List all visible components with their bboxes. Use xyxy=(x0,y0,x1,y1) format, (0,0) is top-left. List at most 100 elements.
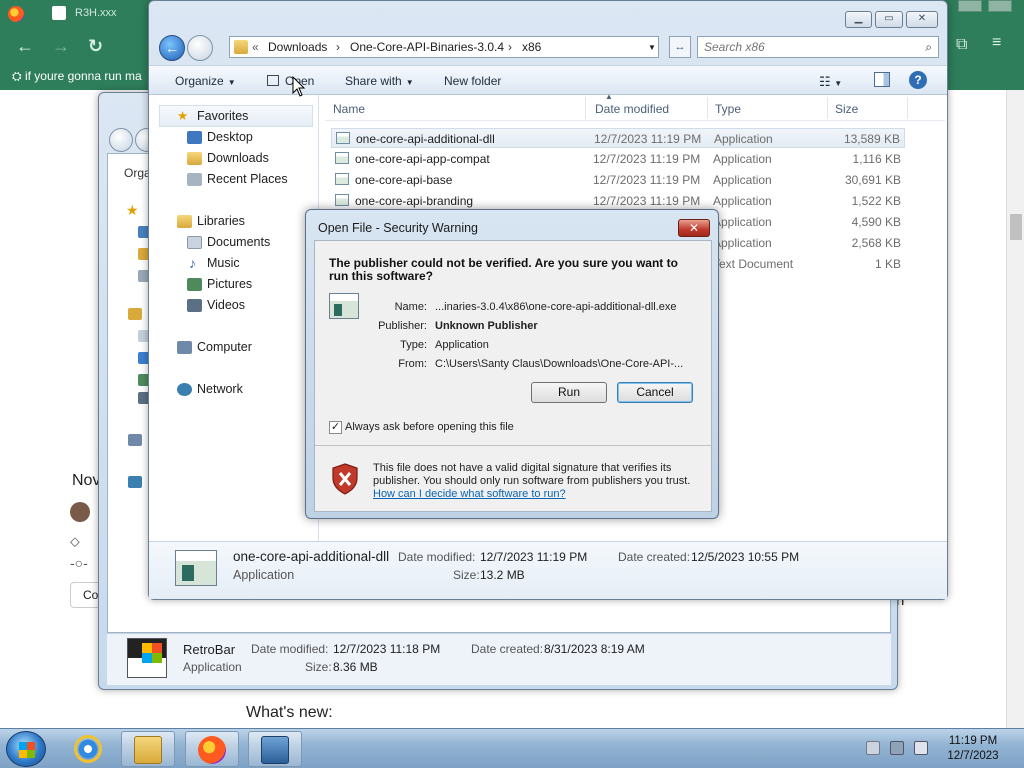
nav-documents[interactable]: Documents xyxy=(207,235,270,249)
breadcrumb-downloads[interactable]: Downloads xyxy=(268,40,327,54)
nav-pictures[interactable]: Pictures xyxy=(207,277,252,291)
taskbar-security-dialog[interactable] xyxy=(248,731,302,767)
taskbar-internet-explorer[interactable] xyxy=(62,731,116,767)
help-link[interactable]: How can I decide what software to run? xyxy=(373,488,566,500)
file-type: Application xyxy=(713,215,772,229)
refresh-button[interactable]: ↔ xyxy=(669,36,691,58)
cancel-button[interactable]: Cancel xyxy=(617,382,693,403)
column-name[interactable]: Name xyxy=(333,102,365,116)
details-pane: one-core-api-additional-dll Application … xyxy=(149,541,947,599)
scrollbar-thumb[interactable] xyxy=(1010,214,1022,240)
nav-music[interactable]: Music xyxy=(207,256,240,270)
address-bar[interactable]: « Downloads › One-Core-API-Binaries-3.0.… xyxy=(229,36,659,58)
windows-flag-icon xyxy=(142,643,162,663)
taskbar-firefox[interactable] xyxy=(185,731,239,767)
back-details-pane: RetroBar Application Date modified: 12/7… xyxy=(107,633,891,685)
help-icon[interactable]: ? xyxy=(909,71,927,89)
column-separator[interactable] xyxy=(827,97,828,119)
search-box[interactable]: ⌕ xyxy=(697,36,939,58)
security-warning-dialog[interactable]: Open File - Security Warning ✕ The publi… xyxy=(305,209,719,519)
column-size[interactable]: Size xyxy=(835,102,858,116)
breadcrumb-overflow-icon[interactable]: « xyxy=(252,40,259,54)
browser-back-icon[interactable]: ← xyxy=(16,36,34,57)
back-details-type: Application xyxy=(183,660,242,674)
close-button[interactable]: ✕ xyxy=(906,11,938,28)
open-icon xyxy=(267,75,279,86)
browser-scrollbar[interactable] xyxy=(1006,90,1024,730)
browser-minimize-button[interactable] xyxy=(958,0,982,12)
menu-icon[interactable]: ≡ xyxy=(992,34,1001,52)
search-input[interactable] xyxy=(704,40,904,54)
new-folder-button[interactable]: New folder xyxy=(444,74,501,88)
bookmark-item[interactable]: ⛭ if youre gonna run ma xyxy=(12,69,142,84)
always-ask-checkbox[interactable]: ✓ xyxy=(329,421,342,434)
file-type: Application xyxy=(713,173,772,187)
warning-text: This file does not have a valid digital … xyxy=(373,462,691,487)
file-row[interactable]: one-core-api-base 12/7/2023 11:19 PM App… xyxy=(331,170,905,190)
file-row[interactable]: one-core-api-additional-dll 12/7/2023 11… xyxy=(331,128,905,148)
taskbar-explorer[interactable] xyxy=(121,731,175,767)
minimize-button[interactable]: ▁ xyxy=(845,11,872,28)
dialog-body: The publisher could not be verified. Are… xyxy=(314,240,712,512)
address-dropdown-icon[interactable]: ▼ xyxy=(648,43,656,52)
network-tray-icon[interactable] xyxy=(890,741,904,755)
extensions-icon[interactable]: ⧉ xyxy=(956,36,967,54)
breadcrumb-one-core[interactable]: One-Core-API-Binaries-3.0.4 xyxy=(350,40,504,54)
volume-muted-icon[interactable] xyxy=(914,741,928,755)
organize-button[interactable]: Organize ▼ xyxy=(175,74,236,88)
computer-icon xyxy=(177,341,192,354)
nav-network[interactable]: Network xyxy=(197,382,243,396)
back-organize-fragment[interactable]: Orga xyxy=(124,166,151,180)
browser-close-button[interactable] xyxy=(988,0,1012,12)
run-button[interactable]: Run xyxy=(531,382,607,403)
nav-downloads[interactable]: Downloads xyxy=(207,151,269,165)
type-value: Application xyxy=(435,339,489,351)
downloads-folder-icon xyxy=(187,152,202,165)
system-clock[interactable]: 11:19 PM 12/7/2023 xyxy=(940,734,1006,764)
action-center-icon[interactable] xyxy=(866,741,880,755)
back-libraries-icon xyxy=(128,308,142,320)
dialog-close-button[interactable]: ✕ xyxy=(678,219,710,237)
breadcrumb-separator-icon[interactable]: › xyxy=(508,40,512,54)
forward-button[interactable] xyxy=(187,35,213,61)
file-date: 12/7/2023 11:19 PM xyxy=(593,152,701,166)
browser-forward-icon[interactable]: → xyxy=(52,36,70,57)
nav-computer[interactable]: Computer xyxy=(197,340,252,354)
column-separator[interactable] xyxy=(707,97,708,119)
search-icon[interactable]: ⌕ xyxy=(925,40,932,55)
details-created: 12/5/2023 10:55 PM xyxy=(691,550,800,564)
always-ask-label[interactable]: Always ask before opening this file xyxy=(345,421,514,433)
column-separator[interactable] xyxy=(907,97,908,119)
column-date-modified[interactable]: Date modified xyxy=(595,102,669,116)
open-button[interactable]: Open xyxy=(267,74,314,88)
preview-pane-icon[interactable] xyxy=(874,72,890,87)
publisher-label: Publisher: xyxy=(378,320,427,332)
nav-favorites[interactable]: Favorites xyxy=(197,109,248,123)
nav-recent-places[interactable]: Recent Places xyxy=(207,172,288,186)
breadcrumb-x86[interactable]: x86 xyxy=(522,40,541,54)
browser-tab-title[interactable]: R3H.xxx xyxy=(75,7,117,19)
column-separator[interactable] xyxy=(585,97,586,119)
column-type[interactable]: Type xyxy=(715,102,741,116)
firefox-icon[interactable] xyxy=(8,6,24,22)
file-row[interactable]: one-core-api-branding 12/7/2023 11:19 PM… xyxy=(331,191,905,211)
file-name: one-core-api-additional-dll xyxy=(356,132,495,146)
start-button[interactable] xyxy=(6,731,46,767)
breadcrumb-separator-icon[interactable]: › xyxy=(336,40,340,54)
file-row[interactable]: one-core-api-app-compat 12/7/2023 11:19 … xyxy=(331,149,905,169)
nav-desktop[interactable]: Desktop xyxy=(207,130,253,144)
music-icon: ♪ xyxy=(189,255,196,271)
commit-icon: -○- xyxy=(70,555,88,571)
back-button[interactable]: ← xyxy=(159,35,185,61)
share-with-button[interactable]: Share with ▼ xyxy=(345,74,414,88)
view-options-icon[interactable]: ☷ ▼ xyxy=(819,74,842,90)
nav-libraries[interactable]: Libraries xyxy=(197,214,245,228)
clock-date: 12/7/2023 xyxy=(947,750,999,762)
maximize-button[interactable]: ▭ xyxy=(875,11,903,28)
nav-videos[interactable]: Videos xyxy=(207,298,245,312)
browser-reload-icon[interactable]: ↻ xyxy=(88,36,103,57)
chevron-down-icon: ▼ xyxy=(405,78,414,87)
details-size-label: Size: xyxy=(453,568,480,582)
organize-label: Organize xyxy=(175,74,224,88)
back-explorer-back-button[interactable] xyxy=(109,128,133,152)
